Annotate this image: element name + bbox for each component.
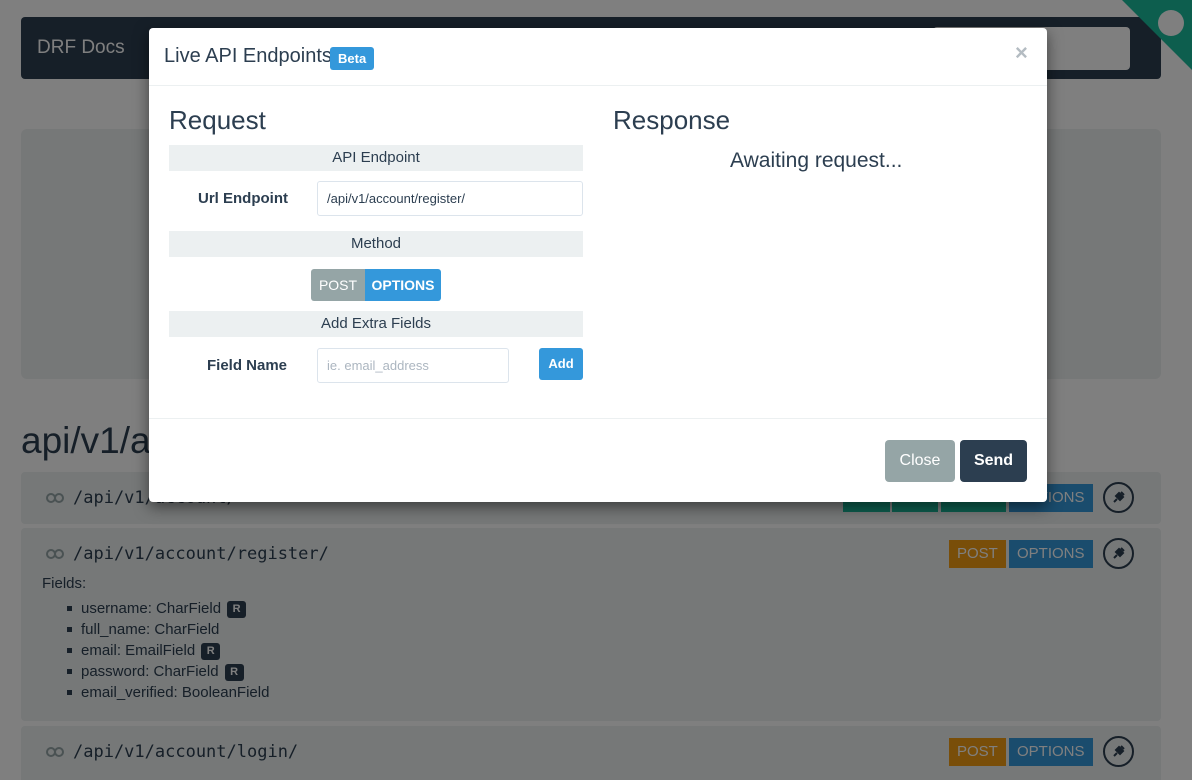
field-name-input[interactable] xyxy=(317,348,509,383)
request-heading: Request xyxy=(169,105,266,135)
url-endpoint-input[interactable] xyxy=(317,181,583,216)
method-post-button[interactable]: POST xyxy=(311,269,365,301)
method-options-button[interactable]: OPTIONS xyxy=(365,269,441,301)
modal-footer: Close Send xyxy=(149,418,1047,502)
method-section: Method xyxy=(169,231,583,257)
api-endpoint-section: API Endpoint xyxy=(169,145,583,171)
response-heading: Response xyxy=(613,105,731,135)
extra-fields-section: Add Extra Fields xyxy=(169,311,583,337)
close-icon[interactable]: × xyxy=(1015,42,1028,64)
beta-badge: Beta xyxy=(330,47,375,70)
live-api-modal: Live API Endpoints Beta × Request API En… xyxy=(149,28,1047,502)
url-endpoint-label: Url Endpoint xyxy=(198,190,288,207)
add-field-button[interactable]: Add xyxy=(539,348,583,380)
close-button[interactable]: Close xyxy=(885,440,955,482)
send-button[interactable]: Send xyxy=(960,440,1027,482)
modal-title: Live API Endpoints xyxy=(164,45,332,67)
modal-header: Live API Endpoints Beta × xyxy=(149,28,1047,86)
response-status: Awaiting request... xyxy=(730,149,903,172)
field-name-label: Field Name xyxy=(207,357,288,374)
